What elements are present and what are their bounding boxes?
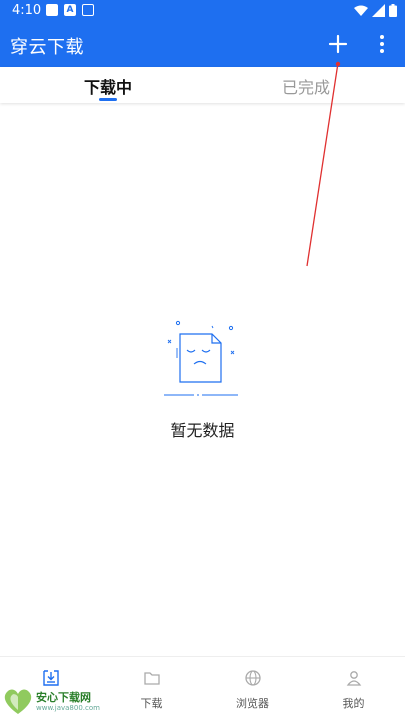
app-bar: 穿云下载 [0,22,405,67]
nav-item-browser[interactable]: 浏览器 [202,657,303,720]
tab-downloading[interactable]: 下载中 [84,74,132,98]
add-button[interactable] [326,32,350,56]
status-time: 4:10 [12,3,42,18]
watermark-url: www.java800.com [36,704,100,712]
nav-label: 我的 [342,697,365,710]
tab-bar: 下载中 已完成 [0,67,405,103]
signal-icon [372,4,385,17]
tab-active-indicator [99,98,117,101]
plus-icon [328,34,348,54]
nav-label: 浏览器 [236,697,269,710]
notification-letter-icon: A [64,4,76,16]
folder-icon [144,672,160,685]
watermark-logo: 安心下载网 www.java800.com [0,686,120,718]
download-tray-icon [43,670,59,686]
status-bar: 4:10 A [0,0,405,22]
battery-icon [389,4,397,17]
nav-item-mine[interactable]: 我的 [303,657,404,720]
wifi-icon [354,5,368,16]
person-icon [346,671,362,686]
status-notification-icons: A [46,4,94,16]
heart-logo-icon [4,689,32,714]
globe-icon [245,670,261,686]
app-title: 穿云下载 [10,37,84,58]
more-vert-icon [380,35,384,53]
notification-square-icon [46,4,58,16]
status-system-icons [354,4,397,17]
tab-completed[interactable]: 已完成 [282,74,330,98]
watermark-title: 安心下载网 [36,691,91,704]
empty-state-message: 暂无数据 [170,421,235,440]
empty-document-icon [160,318,244,402]
more-options-button[interactable] [372,32,392,56]
notification-card-icon [82,4,94,16]
